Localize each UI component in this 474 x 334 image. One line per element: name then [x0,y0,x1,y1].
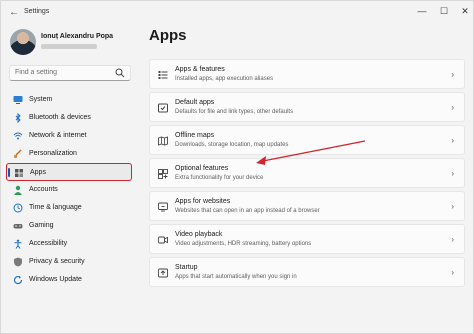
settings-window: ← Settings — ☐ ✕ Ionuț Alexandru Popa Fi… [0,0,474,334]
sidebar-item-label: Gaming [29,222,54,229]
sidebar-item-network[interactable]: Network & internet [6,127,132,145]
window-title: Settings [24,8,50,15]
sidebar-item-apps[interactable]: Apps [6,163,132,181]
person-icon [14,185,22,195]
search-placeholder: Find a setting [15,69,58,76]
minimize-icon[interactable]: — [413,4,431,18]
sidebar-item-system[interactable]: System [6,91,132,109]
card-startup[interactable]: Startup Apps that start automatically wh… [149,257,465,287]
bluetooth-icon [15,113,21,123]
video-icon [158,236,168,244]
sidebar-item-label: Bluetooth & devices [29,114,91,121]
sidebar-item-personalization[interactable]: Personalization [6,145,132,163]
card-title: Apps for websites [175,198,231,205]
title-bar: ← Settings — ☐ ✕ [1,1,473,25]
card-description: Extra functionality for your device [175,175,264,181]
sidebar-item-gaming[interactable]: Gaming [6,217,132,235]
apps-list-icon [158,71,168,79]
monitor-icon [13,96,23,104]
close-icon[interactable]: ✕ [456,4,474,18]
chevron-right-icon: › [451,103,454,112]
card-title: Video playback [175,231,223,238]
card-title: Offline maps [175,132,215,139]
chevron-right-icon: › [451,268,454,277]
sidebar-item-privacy-security[interactable]: Privacy & security [6,253,132,271]
link-app-icon [158,202,168,212]
card-video-playback[interactable]: Video playback Video adjustments, HDR st… [149,224,465,254]
chevron-right-icon: › [451,136,454,145]
sidebar-item-label: Privacy & security [29,258,85,265]
sidebar-item-time-language[interactable]: Time & language [6,199,132,217]
default-apps-icon [158,103,168,113]
card-apps-features[interactable]: Apps & features Installed apps, app exec… [149,59,465,89]
sidebar-item-label: Windows Update [29,276,82,283]
page-title: Apps [149,27,187,44]
chevron-right-icon: › [451,202,454,211]
wifi-icon [13,132,23,140]
sidebar-item-label: Time & language [29,204,82,211]
profile-email-redacted [41,44,97,49]
card-title: Startup [175,264,198,271]
map-icon [158,136,168,146]
card-offline-maps[interactable]: Offline maps Downloads, storage location… [149,125,465,155]
avatar[interactable] [10,29,36,55]
card-description: Video adjustments, HDR streaming, batter… [175,241,312,247]
sidebar-item-label: Network & internet [29,132,87,139]
sidebar-nav: System Bluetooth & devices Network & int… [6,91,132,289]
sidebar-item-label: Personalization [29,150,77,157]
card-default-apps[interactable]: Default apps Defaults for file and link … [149,92,465,122]
sidebar-item-accessibility[interactable]: Accessibility [6,235,132,253]
sidebar-item-accounts[interactable]: Accounts [6,181,132,199]
card-description: Apps that start automatically when you s… [175,274,297,280]
optional-features-icon [158,169,168,179]
chevron-right-icon: › [451,235,454,244]
card-description: Installed apps, app execution aliases [175,76,274,82]
card-description: Websites that can open in an app instead… [175,208,320,214]
selection-indicator [8,168,10,177]
card-title: Optional features [175,165,229,172]
chevron-right-icon: › [451,169,454,178]
card-optional-features[interactable]: Optional features Extra functionality fo… [149,158,465,188]
sidebar-item-label: Accounts [29,186,58,193]
sidebar-item-label: Accessibility [29,240,68,247]
brush-icon [13,149,22,159]
shield-icon [14,257,22,267]
startup-icon [158,268,168,278]
gamepad-icon [13,224,23,229]
chevron-right-icon: › [451,70,454,79]
card-description: Downloads, storage location, map updates [175,142,289,148]
settings-cards: Apps & features Installed apps, app exec… [149,59,465,290]
apps-icon [15,169,23,177]
card-title: Default apps [175,99,215,106]
sidebar-item-label: Apps [30,169,46,176]
back-arrow-icon[interactable]: ← [7,6,21,20]
sidebar-item-windows-update[interactable]: Windows Update [6,271,132,289]
sidebar-item-bluetooth[interactable]: Bluetooth & devices [6,109,132,127]
maximize-icon[interactable]: ☐ [435,4,453,18]
search-icon [115,68,125,78]
sidebar-item-label: System [29,96,53,103]
search-input[interactable]: Find a setting [9,65,131,81]
card-title: Apps & features [175,66,225,73]
globe-clock-icon [13,203,23,213]
card-description: Defaults for file and link types, other … [175,109,294,115]
profile-name: Ionuț Alexandru Popa [41,33,114,40]
accessibility-icon [14,239,22,249]
card-apps-for-websites[interactable]: Apps for websites Websites that can open… [149,191,465,221]
update-icon [13,275,23,285]
